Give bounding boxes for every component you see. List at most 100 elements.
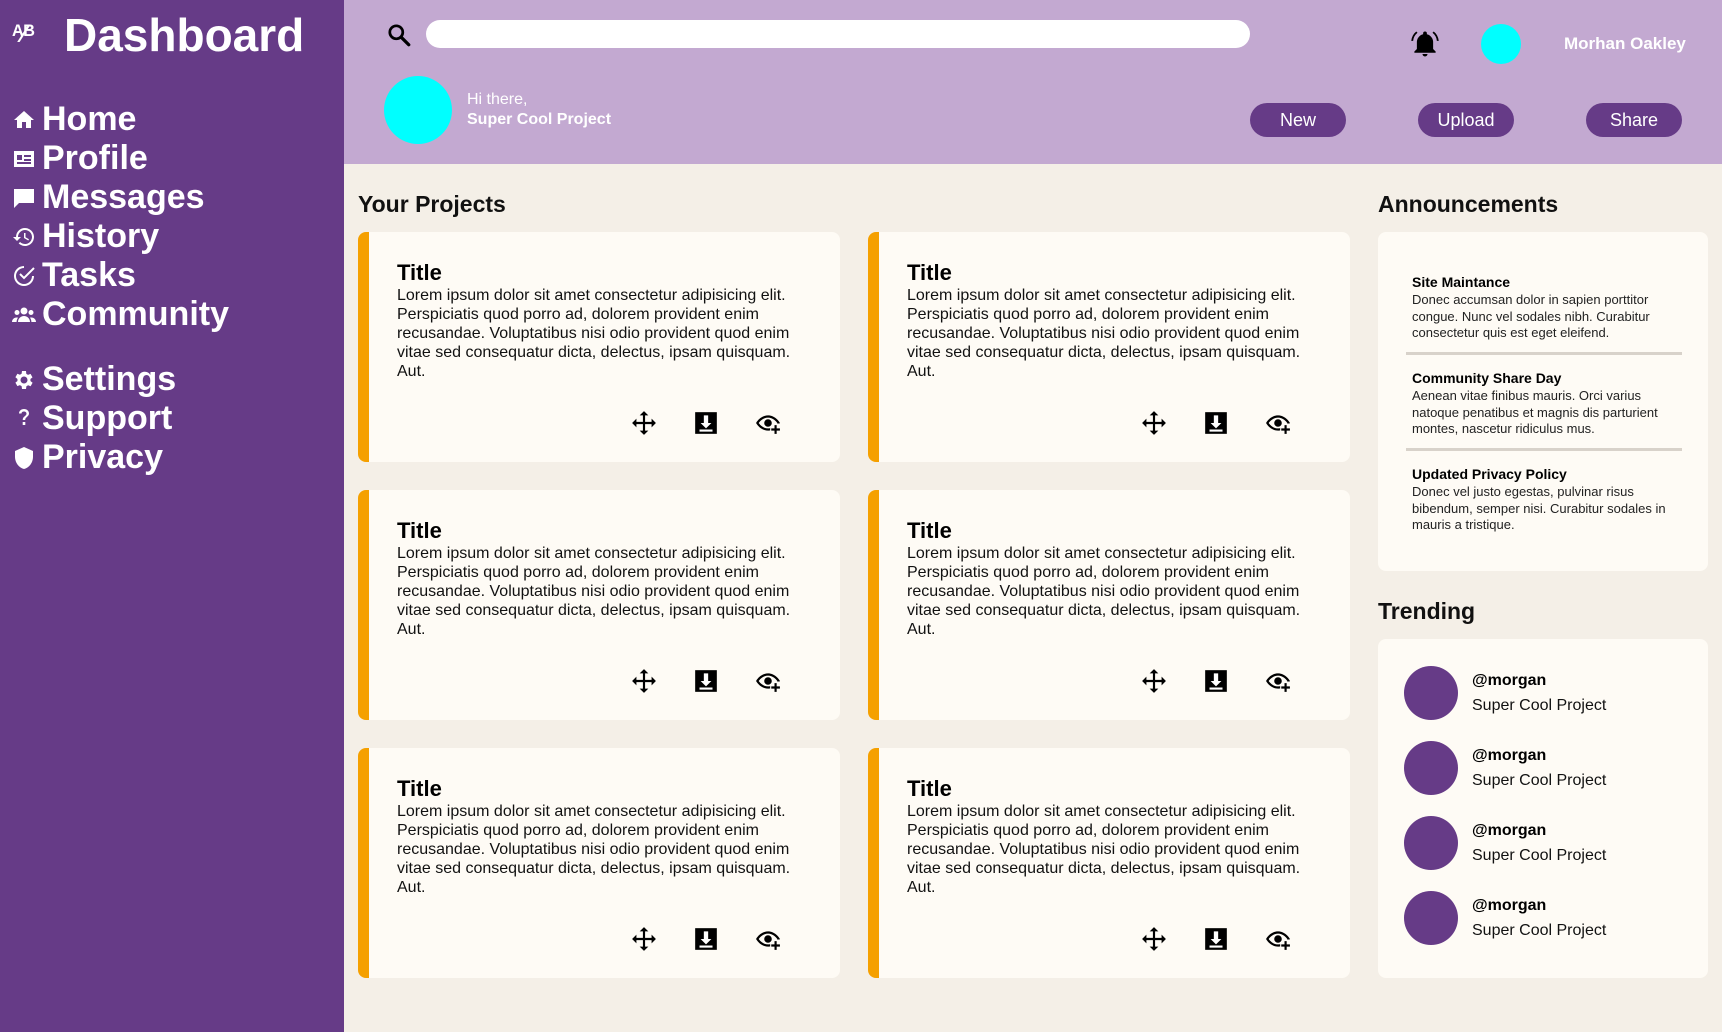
project-card[interactable]: Title Lorem ipsum dolor sit amet consect… <box>358 232 840 462</box>
move-icon[interactable] <box>1141 926 1167 952</box>
download-icon[interactable] <box>693 410 719 436</box>
watch-icon[interactable] <box>1265 410 1291 436</box>
move-icon[interactable] <box>631 926 657 952</box>
trending-handle: @morgan <box>1472 896 1547 914</box>
project-card[interactable]: Title Lorem ipsum dolor sit amet consect… <box>868 748 1350 978</box>
trending-item[interactable]: @morgan Super Cool Project <box>1404 891 1606 945</box>
sidebar-item-history[interactable]: History <box>12 217 229 256</box>
sidebar-item-support[interactable]: Support <box>12 399 229 438</box>
trending-item[interactable]: @morgan Super Cool Project <box>1404 741 1606 795</box>
search-input[interactable] <box>426 20 1250 48</box>
watch-icon[interactable] <box>1265 926 1291 952</box>
trending-item[interactable]: @morgan Super Cool Project <box>1404 816 1606 870</box>
card-title: Title <box>907 776 952 801</box>
avatar <box>1404 891 1458 945</box>
trending-panel: @morgan Super Cool Project @morgan Super… <box>1378 639 1708 978</box>
announcement-item[interactable]: Updated Privacy Policy Donec vel justo e… <box>1412 466 1682 534</box>
projects-heading: Your Projects <box>358 191 506 217</box>
card-title: Title <box>907 260 952 285</box>
download-icon[interactable] <box>1203 926 1229 952</box>
sidebar: ᴬ⁄ᴮ Dashboard Home Profile Messages Hist… <box>0 0 344 1032</box>
gear-icon <box>12 368 42 392</box>
sidebar-item-home[interactable]: Home <box>12 100 229 139</box>
watch-icon[interactable] <box>1265 668 1291 694</box>
sidebar-item-label: History <box>42 217 160 255</box>
card-body: Lorem ipsum dolor sit amet consectetur a… <box>907 803 1301 896</box>
trending-project: Super Cool Project <box>1472 771 1607 789</box>
card-actions <box>1141 668 1327 694</box>
sidebar-item-tasks[interactable]: Tasks <box>12 256 229 295</box>
brand[interactable]: ᴬ⁄ᴮ Dashboard <box>12 8 304 62</box>
trending-heading: Trending <box>1378 598 1476 624</box>
sidebar-item-label: Profile <box>42 139 148 177</box>
announcement-item[interactable]: Community Share Day Aenean vitae finibus… <box>1412 370 1682 438</box>
upload-button[interactable]: Upload <box>1418 103 1514 137</box>
sidebar-item-label: Privacy <box>42 438 163 476</box>
project-card[interactable]: Title Lorem ipsum dolor sit amet consect… <box>358 748 840 978</box>
card-actions <box>1141 410 1327 436</box>
trending-handle: @morgan <box>1472 746 1547 764</box>
watch-icon[interactable] <box>755 410 781 436</box>
user-avatar[interactable] <box>1481 24 1521 64</box>
download-icon[interactable] <box>1203 410 1229 436</box>
trending-item[interactable]: @morgan Super Cool Project <box>1404 666 1606 720</box>
download-icon[interactable] <box>693 926 719 952</box>
card-title: Title <box>397 776 442 801</box>
bell-icon[interactable] <box>1410 28 1440 60</box>
announcements-heading: Announcements <box>1378 191 1559 217</box>
card-body: Lorem ipsum dolor sit amet consectetur a… <box>907 545 1301 638</box>
project-card[interactable]: Title Lorem ipsum dolor sit amet consect… <box>358 490 840 720</box>
announcement-title: Updated Privacy Policy <box>1412 466 1567 482</box>
sidebar-item-settings[interactable]: Settings <box>12 360 229 399</box>
card-actions <box>631 926 817 952</box>
move-icon[interactable] <box>631 668 657 694</box>
project-card[interactable]: Title Lorem ipsum dolor sit amet consect… <box>868 490 1350 720</box>
project-card[interactable]: Title Lorem ipsum dolor sit amet consect… <box>868 232 1350 462</box>
trending-project: Super Cool Project <box>1472 921 1607 939</box>
announcement-title: Site Maintance <box>1412 274 1511 290</box>
share-button[interactable]: Share <box>1586 103 1682 137</box>
trending-handle: @morgan <box>1472 821 1547 839</box>
sidebar-item-label: Tasks <box>42 256 136 294</box>
announcement-body: Donec accumsan dolor in sapien porttitor… <box>1412 292 1650 340</box>
trending-text: @morgan Super Cool Project <box>1472 747 1606 790</box>
download-icon[interactable] <box>1203 668 1229 694</box>
announcement-item[interactable]: Site Maintance Donec accumsan dolor in s… <box>1412 274 1682 342</box>
search-icon[interactable] <box>386 22 412 48</box>
watch-icon[interactable] <box>755 668 781 694</box>
profile-avatar <box>384 76 452 144</box>
top-header: Morhan Oakley Hi there, Super Cool Proje… <box>344 0 1722 164</box>
sidebar-item-label: Messages <box>42 178 205 216</box>
trending-handle: @morgan <box>1472 671 1547 689</box>
move-icon[interactable] <box>1141 410 1167 436</box>
sidebar-item-profile[interactable]: Profile <box>12 139 229 178</box>
move-icon[interactable] <box>631 410 657 436</box>
sidebar-item-community[interactable]: Community <box>12 295 229 334</box>
home-icon <box>12 108 42 132</box>
sidebar-item-privacy[interactable]: Privacy <box>12 438 229 477</box>
sidebar-item-messages[interactable]: Messages <box>12 178 229 217</box>
avatar <box>1404 741 1458 795</box>
announcement-title: Community Share Day <box>1412 370 1562 386</box>
divider <box>1406 352 1682 355</box>
sidebar-item-label: Support <box>42 399 173 437</box>
download-icon[interactable] <box>693 668 719 694</box>
avatar <box>1404 816 1458 870</box>
sidebar-item-label: Home <box>42 100 137 138</box>
card-actions <box>631 668 817 694</box>
card-body: Lorem ipsum dolor sit amet consectetur a… <box>907 287 1301 380</box>
app-title: Dashboard <box>64 9 305 61</box>
project-name: Super Cool Project <box>467 111 612 128</box>
shield-icon <box>12 446 42 470</box>
sidebar-item-label: Settings <box>42 360 177 398</box>
greeting-text: Hi there, <box>467 91 528 108</box>
announcement-body: Aenean vitae finibus mauris. Orci varius… <box>1412 388 1658 436</box>
card-title: Title <box>397 518 442 543</box>
watch-icon[interactable] <box>755 926 781 952</box>
trending-project: Super Cool Project <box>1472 846 1607 864</box>
logo-icon: ᴬ⁄ᴮ <box>12 21 35 48</box>
new-button[interactable]: New <box>1250 103 1346 137</box>
move-icon[interactable] <box>1141 668 1167 694</box>
username[interactable]: Morhan Oakley <box>1564 34 1686 54</box>
